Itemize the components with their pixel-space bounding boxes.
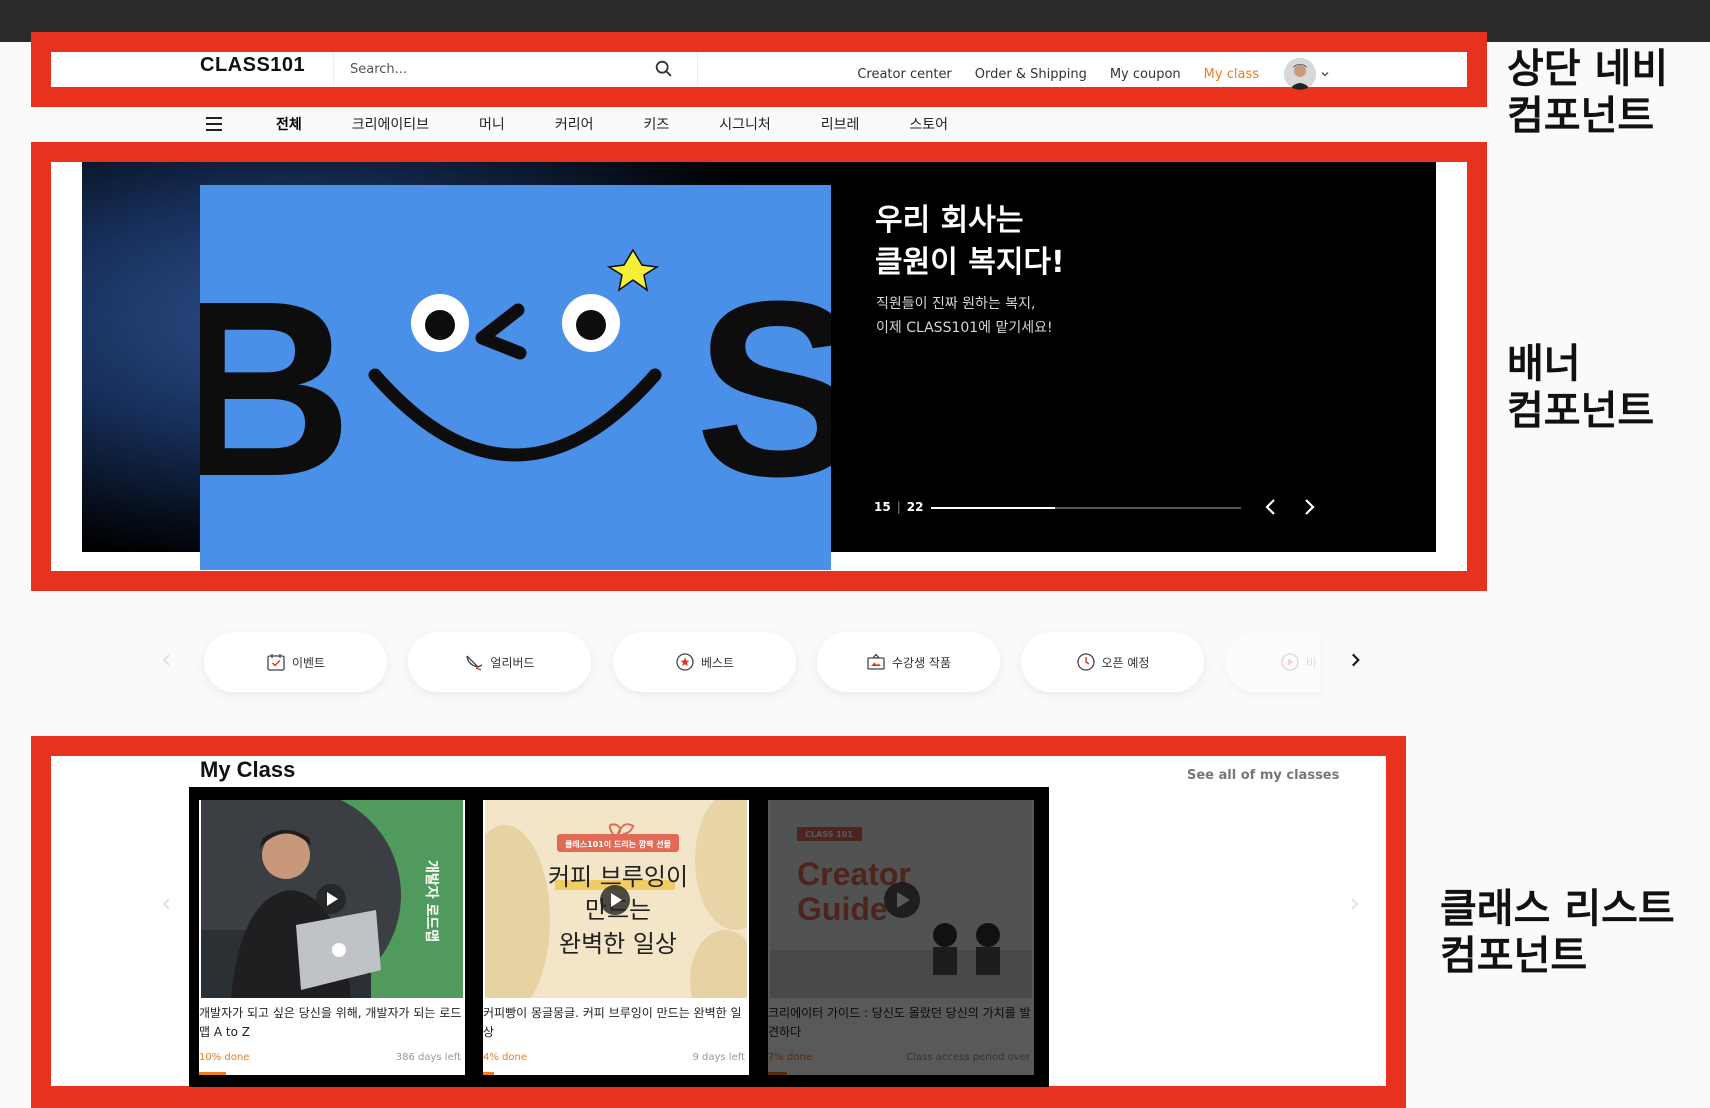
- banner-annotation-line2: 컴포넌트: [1507, 388, 1655, 434]
- category-kids[interactable]: 키즈: [643, 114, 669, 134]
- banner-art-letter-b: B: [200, 249, 353, 528]
- quick-menu-best[interactable]: 베스트: [613, 632, 796, 692]
- thumb-line2: Guide: [797, 891, 888, 927]
- class-card[interactable]: 개발자 로드맵 개발자가 되고 싶은 당신을 위해, 개발자가 되는 로드맵 A…: [199, 800, 465, 1075]
- banner-annotation-line1: 배너: [1507, 341, 1581, 387]
- slide-progress-track: [931, 507, 1241, 509]
- nav-creator-center[interactable]: Creator center: [857, 67, 951, 82]
- category-store[interactable]: 스토어: [909, 114, 948, 134]
- nav-annotation-line2: 컴포넌트: [1507, 93, 1655, 139]
- class-access-status: Class access period over: [906, 1052, 1030, 1063]
- class-days-left: 386 days left: [395, 1052, 461, 1063]
- class-title: 커피빵이 몽글몽글. 커피 브루잉이 만드는 완벽한 일상: [483, 1006, 742, 1039]
- class-list-annotation-line2: 컴포넌트: [1440, 933, 1588, 979]
- banner-artwork: B S: [200, 185, 831, 570]
- class-list-next-icon[interactable]: [1346, 896, 1362, 912]
- thumb-line3: 완벽한 일상: [559, 930, 677, 958]
- class-list-annotation-line1: 클래스 리스트: [1440, 886, 1675, 932]
- quick-menu-prev-icon[interactable]: [159, 652, 175, 668]
- class-thumbnail: CLASS 101 Creator Guide: [770, 800, 1032, 998]
- hamburger-menu-icon[interactable]: [202, 112, 226, 136]
- calendar-icon: [267, 654, 285, 671]
- quick-menu-next-icon[interactable]: [1346, 651, 1364, 669]
- nav-my-coupon[interactable]: My coupon: [1110, 67, 1181, 82]
- class-progress-text: 10% done: [199, 1052, 250, 1063]
- star-badge-icon: [676, 653, 694, 671]
- class-thumbnail: 개발자 로드맵: [201, 800, 463, 998]
- quick-menu-coming-soon[interactable]: 오픈 예정: [1021, 632, 1204, 692]
- quick-menu-student-works[interactable]: 수강생 작품: [817, 632, 1000, 692]
- class-title: 개발자가 되고 싶은 당신을 위해, 개발자가 되는 로드맵 A to Z: [199, 1006, 462, 1039]
- class-progress-text: 7% done: [768, 1052, 812, 1063]
- quick-menu-label: 얼리버드: [490, 655, 535, 670]
- avatar: [1284, 58, 1316, 90]
- thumb-badge-text: 클래스101이 드리는 깜짝 선물: [565, 839, 672, 849]
- banner-prev-icon[interactable]: [1261, 497, 1281, 517]
- gallery-icon: [867, 653, 885, 670]
- search-divider-left: [333, 52, 334, 86]
- banner-title-line1: 우리 회사는: [875, 203, 1024, 238]
- clock-icon: [1076, 653, 1095, 671]
- banner-subtitle: 직원들이 진짜 원하는 복지, 이제 CLASS101에 맡기세요!: [876, 292, 1053, 340]
- banner-title: 우리 회사는 클원이 복지다!: [875, 200, 1065, 284]
- slide-counter: 15 | 22: [874, 500, 923, 514]
- search-divider-right: [697, 52, 698, 86]
- class-list-prev-icon[interactable]: [159, 896, 175, 912]
- banner-annotation-label: 배너 컴포넌트: [1507, 341, 1654, 435]
- current-slide: 15: [874, 500, 891, 514]
- banner-next-icon[interactable]: [1299, 497, 1319, 517]
- quick-menu-label: 수강생 작품: [891, 655, 951, 670]
- search-placeholder: Search...: [350, 61, 408, 77]
- quick-menu-label: 오픈 예정: [1101, 655, 1150, 670]
- play-icon: [1281, 653, 1299, 671]
- banner-sub-line1: 직원들이 진짜 원하는 복지,: [876, 296, 1036, 312]
- class-progress-text: 4% done: [483, 1052, 527, 1063]
- class-card[interactable]: 클래스101이 드리는 깜짝 선물 커피 브루잉이 만드는 완벽한 일상 커피빵…: [483, 800, 749, 1075]
- search-input[interactable]: Search...: [335, 54, 695, 84]
- class-list-annotation-label: 클래스 리스트 컴포넌트: [1440, 886, 1675, 980]
- category-career[interactable]: 커리어: [555, 114, 594, 134]
- quick-menu-event[interactable]: 이벤트: [204, 632, 387, 692]
- nav-annotation-line1: 상단 네비: [1507, 46, 1669, 92]
- category-money[interactable]: 머니: [479, 114, 505, 134]
- class101-logo[interactable]: CLASS101: [200, 54, 305, 77]
- total-slides: 22: [906, 500, 924, 514]
- chevron-down-icon: [1321, 72, 1329, 77]
- thumb-vertical-text: 개발자 로드맵: [423, 860, 440, 942]
- slide-separator: |: [896, 500, 901, 514]
- category-creative[interactable]: 크리에이티브: [352, 114, 429, 134]
- slide-progress-fill: [931, 507, 1055, 509]
- quick-menu-label: 이벤트: [291, 655, 326, 670]
- quick-menu-partial[interactable]: 바: [1226, 632, 1320, 692]
- class-card[interactable]: CLASS 101 Creator Guide 크리에이터 가이드 : 당신도 …: [768, 800, 1034, 1075]
- banner-art-letter-s: S: [695, 249, 831, 528]
- category-all[interactable]: 전체: [276, 114, 302, 134]
- class-progress-bar: [199, 1072, 226, 1075]
- category-libre[interactable]: 리브레: [821, 114, 860, 134]
- nav-annotation-label: 상단 네비 컴포넌트: [1507, 46, 1668, 140]
- top-nav-links: Creator center Order & Shipping My coupo…: [857, 58, 1330, 90]
- search-icon[interactable]: [653, 58, 675, 80]
- my-class-title: My Class: [200, 757, 296, 782]
- see-all-classes-link[interactable]: See all of my classes: [1187, 768, 1339, 783]
- class-progress-bar: [768, 1072, 787, 1075]
- quick-menu-earlybird[interactable]: 얼리버드: [408, 632, 591, 692]
- thumb-badge-text: CLASS 101: [805, 830, 853, 839]
- class-days-left: 9 days left: [692, 1052, 745, 1063]
- category-nav: 전체 크리에이티브 머니 커리어 키즈 시그니처 리브레 스토어: [200, 112, 998, 136]
- bird-icon: [466, 655, 483, 671]
- quick-menu-label: 베스트: [700, 655, 735, 670]
- profile-menu[interactable]: [1284, 58, 1330, 90]
- quick-menu-label: 바: [1306, 655, 1318, 670]
- banner-title-line2: 클원이 복지다!: [875, 245, 1065, 280]
- class-thumbnail: 클래스101이 드리는 깜짝 선물 커피 브루잉이 만드는 완벽한 일상: [485, 800, 747, 998]
- class-progress-bar: [483, 1072, 494, 1075]
- nav-order-shipping[interactable]: Order & Shipping: [975, 67, 1087, 82]
- class-title: 크리에이터 가이드 : 당신도 몰랐던 당신의 가치를 발견하다: [768, 1006, 1031, 1039]
- banner-sub-line2: 이제 CLASS101에 맡기세요!: [876, 320, 1053, 336]
- nav-my-class[interactable]: My class: [1204, 67, 1259, 82]
- category-signature[interactable]: 시그니처: [719, 114, 771, 134]
